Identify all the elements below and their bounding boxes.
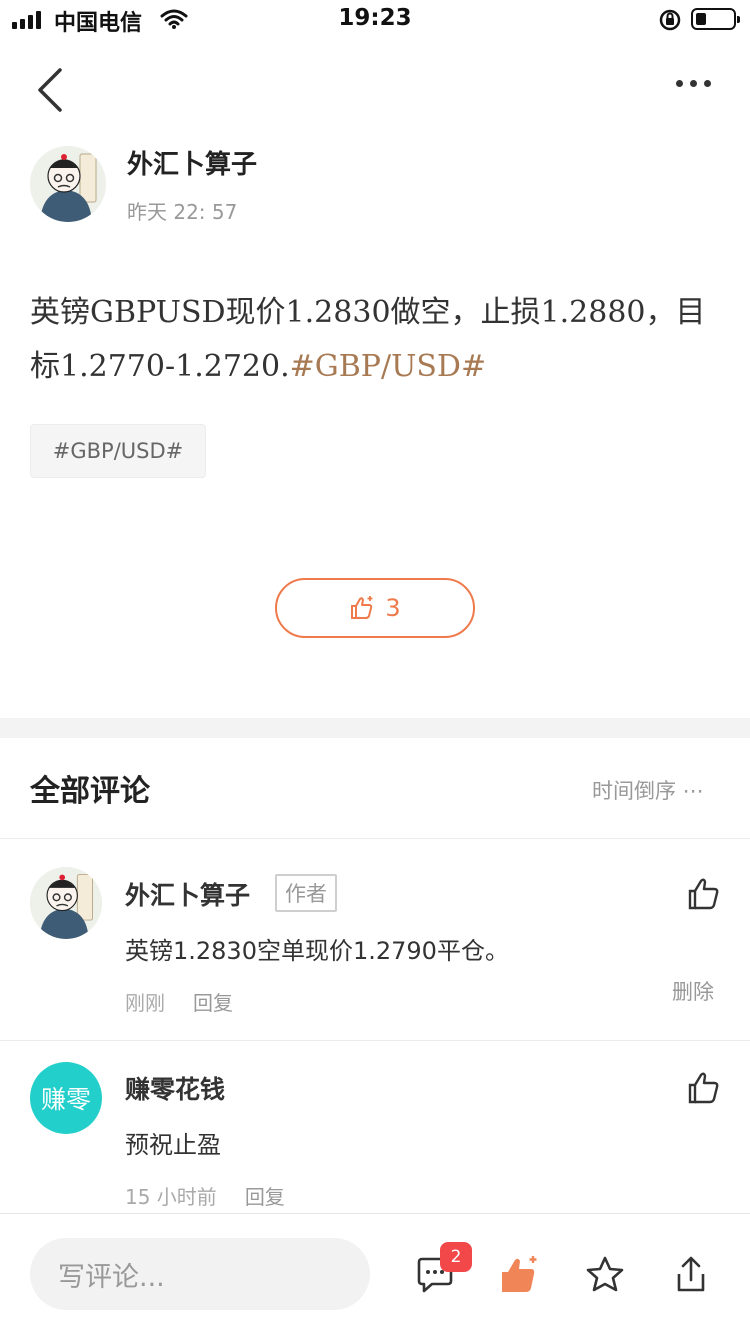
divider bbox=[0, 838, 750, 839]
comment-meta: 15 小时前 回复 bbox=[125, 1181, 285, 1210]
topic-tag[interactable]: #GBP/USD# bbox=[30, 424, 206, 478]
comment-like-icon[interactable] bbox=[686, 876, 722, 912]
commenter-name[interactable]: 赚零花钱 bbox=[125, 1070, 225, 1106]
reply-button[interactable]: 回复 bbox=[245, 1181, 285, 1210]
share-icon[interactable] bbox=[670, 1254, 712, 1296]
bottom-action-bar: 写评论... 2 bbox=[0, 1213, 750, 1334]
thumbs-up-icon[interactable] bbox=[498, 1254, 540, 1296]
reply-button[interactable]: 回复 bbox=[193, 987, 233, 1016]
comment-text: 预祝止盈 bbox=[125, 1131, 221, 1159]
commenter-avatar[interactable]: 赚零 bbox=[30, 1062, 102, 1134]
commenter-avatar[interactable] bbox=[30, 867, 102, 939]
star-icon[interactable] bbox=[584, 1254, 626, 1296]
author-avatar[interactable] bbox=[30, 146, 106, 222]
battery-icon bbox=[691, 8, 740, 30]
delete-button[interactable]: 删除 bbox=[672, 976, 714, 1006]
clock: 19:23 bbox=[338, 5, 412, 31]
sort-order-button[interactable]: 时间倒序 ⋯ bbox=[592, 775, 704, 805]
like-count: 3 bbox=[385, 594, 401, 622]
more-options-icon[interactable] bbox=[676, 80, 711, 87]
comment-like-icon[interactable] bbox=[686, 1070, 722, 1106]
comment-meta: 刚刚 回复 bbox=[125, 987, 233, 1016]
comment-count-badge: 2 bbox=[440, 1242, 472, 1272]
comment-time: 刚刚 bbox=[125, 991, 165, 1015]
like-button[interactable]: 3 bbox=[275, 578, 475, 638]
comment-input[interactable]: 写评论... bbox=[30, 1238, 370, 1310]
rotation-lock-icon bbox=[659, 9, 681, 31]
hashtag-link[interactable]: #GBP/USD# bbox=[290, 349, 486, 384]
author-badge: 作者 bbox=[275, 874, 337, 912]
commenter-name[interactable]: 外汇卜算子 bbox=[125, 876, 250, 912]
section-divider bbox=[0, 718, 750, 738]
author-name[interactable]: 外汇卜算子 bbox=[127, 144, 257, 181]
comment-text: 英镑1.2830空单现价1.2790平仓。 bbox=[125, 937, 509, 965]
comments-title: 全部评论 bbox=[30, 774, 150, 809]
post-timestamp: 昨天 22: 57 bbox=[127, 200, 238, 224]
status-bar: 中国电信 19:23 bbox=[0, 0, 750, 40]
divider bbox=[0, 1040, 750, 1041]
thumbs-up-icon bbox=[351, 596, 373, 619]
post-body: 英镑GBPUSD现价1.2830做空，止损1.2880，目标1.2770-1.2… bbox=[30, 286, 720, 394]
comment-time: 15 小时前 bbox=[125, 1185, 217, 1209]
back-arrow-icon[interactable] bbox=[30, 66, 70, 114]
